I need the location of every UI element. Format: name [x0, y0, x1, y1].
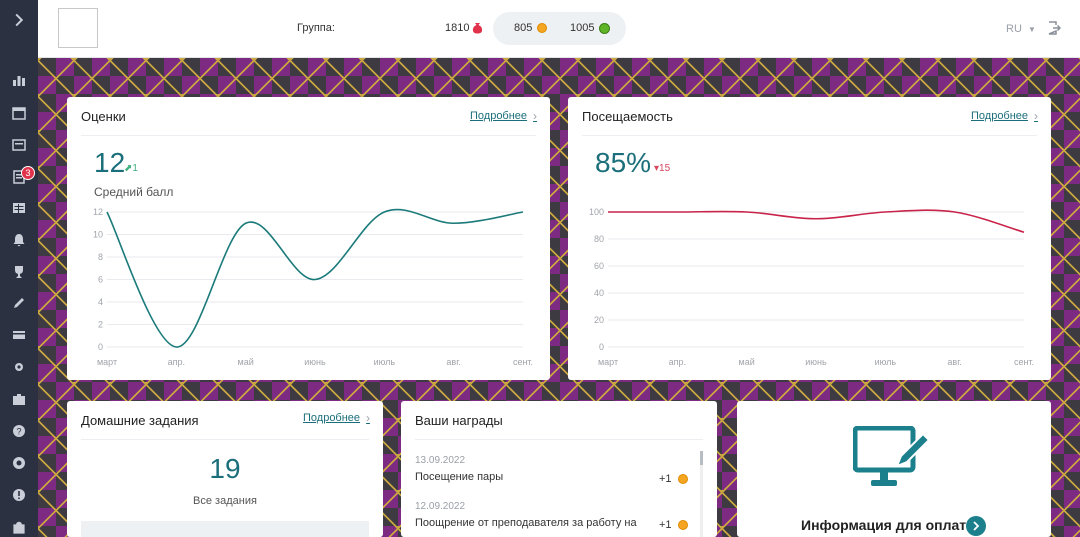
language-select[interactable]: RU ▼ [1006, 23, 1036, 35]
y-tick-label: 8 [98, 252, 103, 262]
x-tick-label: авг. [947, 357, 961, 367]
y-tick-label: 80 [594, 234, 604, 244]
green-coins: 1005 [570, 22, 611, 34]
card-icon[interactable] [9, 325, 29, 345]
x-tick-label: сент. [1014, 357, 1034, 367]
x-tick-label: май [238, 357, 254, 367]
award-text: Посещение пары [415, 471, 504, 483]
trophy-icon[interactable] [9, 262, 29, 282]
series-line [607, 209, 1025, 234]
homework-title: Домашние задания [81, 413, 199, 428]
x-tick-label: июнь [304, 357, 326, 367]
awards-card: Ваши награды 13.09.2022 Посещение пары +… [401, 401, 717, 537]
money-bag-icon [473, 23, 483, 34]
attendance-card: Посещаемость Подробнее › 85% ▾15 0 20 40 60… [568, 97, 1051, 380]
group-label: Группа: [297, 22, 335, 34]
schedule-icon[interactable] [9, 198, 29, 218]
warning-icon[interactable] [9, 485, 29, 505]
award-text: Поощрение от преподавателя за работу на [415, 517, 637, 529]
x-tick-label: март [598, 357, 618, 367]
logout-icon[interactable] [1047, 21, 1061, 35]
homework-card: Домашние задания Подробнее › 19 Все зада… [67, 401, 383, 537]
chevron-down-icon: ▼ [1027, 25, 1036, 34]
grades-card: Оценки Подробнее › 12 ⬈1 Средний балл 02… [67, 97, 550, 380]
series-line [106, 208, 524, 348]
orange-coin-icon [677, 520, 688, 530]
y-tick-label: 10 [93, 230, 103, 240]
x-tick-label: сент. [513, 357, 533, 367]
x-tick-label: авг. [446, 357, 460, 367]
money-counter: 1810 [445, 22, 483, 34]
award-amount-value: +1 [659, 473, 672, 485]
homework-subtitle: Все задания [193, 495, 257, 507]
briefcase-icon[interactable] [9, 389, 29, 409]
y-tick-label: 6 [98, 275, 103, 285]
green-coins-value: 1005 [570, 22, 595, 34]
money-value: 1810 [445, 22, 470, 34]
x-tick-label: июль [374, 357, 396, 367]
award-date: 12.09.2022 [415, 501, 466, 512]
award-amount-value: +1 [659, 519, 672, 531]
orange-coins: 805 [514, 22, 548, 34]
x-tick-label: апр. [168, 357, 185, 367]
chevron-right-icon: › [366, 411, 371, 425]
expand-chevron-icon[interactable] [9, 10, 29, 30]
payment-title: Информация для оплаты [801, 517, 979, 533]
book-icon[interactable] [9, 135, 29, 155]
y-tick-label: 100 [589, 207, 604, 217]
help-icon[interactable]: ? [9, 421, 29, 441]
support-icon[interactable] [9, 453, 29, 473]
payment-card[interactable]: Информация для оплаты [737, 401, 1051, 537]
monitor-edit-icon [853, 426, 931, 486]
attendance-chart: 0 20 40 60 80 100 март апр. май июнь июль авг. сент. [589, 207, 1034, 367]
x-tick-label: март [97, 357, 117, 367]
x-tick-label: июнь [805, 357, 827, 367]
awards-scrollbar-thumb[interactable] [700, 451, 703, 465]
award-amount: +1 [659, 473, 688, 485]
pen-icon[interactable] [9, 293, 29, 313]
award-amount: +1 [659, 519, 688, 531]
x-tick-label: июль [875, 357, 897, 367]
grades-chart: 0 2 4 6 8 10 12 март апр. май июнь июль авг. сент. [93, 207, 533, 367]
payment-arrow-button[interactable] [966, 516, 986, 536]
y-tick-label: 12 [93, 207, 103, 217]
chart-icon[interactable] [9, 70, 29, 90]
logo-image [58, 8, 98, 48]
y-tick-label: 2 [98, 320, 103, 330]
shop-icon[interactable] [9, 517, 29, 537]
divider [81, 439, 369, 440]
notification-badge: 3 [21, 166, 35, 180]
homework-details-label: Подробнее [303, 412, 361, 424]
award-date: 13.09.2022 [415, 455, 466, 466]
orange-coin-icon [537, 23, 548, 33]
y-tick-label: 20 [594, 315, 604, 325]
language-value: RU [1006, 23, 1022, 35]
awards-title: Ваши награды [415, 413, 503, 428]
y-tick-label: 0 [599, 342, 604, 352]
orange-coin-icon [677, 474, 688, 484]
sidebar: 3 ? [0, 0, 38, 537]
x-tick-label: апр. [669, 357, 686, 367]
green-coin-icon [599, 22, 611, 34]
divider [415, 439, 703, 440]
y-tick-label: 60 [594, 261, 604, 271]
y-tick-label: 40 [594, 288, 604, 298]
bell-icon[interactable] [9, 230, 29, 250]
x-tick-label: май [739, 357, 755, 367]
orange-coins-value: 805 [514, 22, 533, 34]
homework-progress-area [81, 521, 369, 537]
y-tick-label: 0 [98, 342, 103, 352]
homework-details-link[interactable]: Подробнее › [303, 411, 370, 425]
homework-value: 19 [209, 453, 241, 484]
calendar-icon[interactable] [9, 103, 29, 123]
svg-text:?: ? [17, 427, 22, 437]
chevron-right-icon [973, 521, 980, 531]
y-tick-label: 4 [98, 297, 103, 307]
settings-icon[interactable] [9, 357, 29, 377]
top-header: Группа: 1810 805 1005 RU ▼ [38, 0, 1080, 58]
